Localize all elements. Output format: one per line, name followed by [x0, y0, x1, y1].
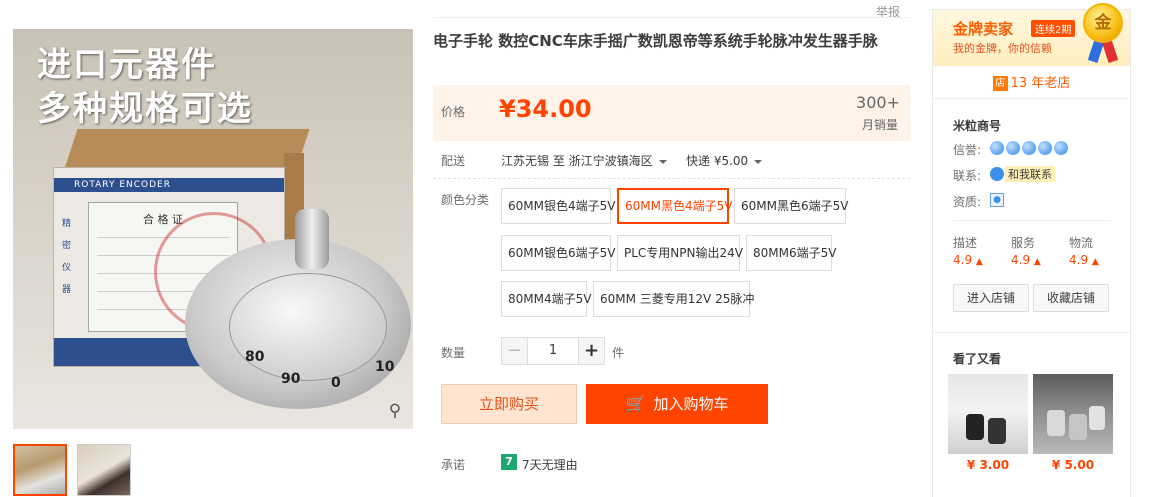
price-label: 价格	[441, 103, 465, 120]
product-title: 电子手轮 数控CNC车床手摇广数凯恩帝等系统手轮脉冲发生器手脉	[433, 31, 903, 52]
chevron-down-icon	[754, 160, 762, 164]
price-panel: 价格 ¥34.00 300+ 月销量	[433, 85, 910, 141]
shop-name[interactable]: 米粒商号	[953, 117, 1001, 134]
promo-text-line1: 进口元器件	[37, 37, 217, 86]
divider	[933, 98, 1130, 99]
credit-diamonds[interactable]	[990, 140, 1070, 155]
arrow-up-icon: ▲	[1092, 257, 1099, 267]
diamond-icon	[990, 141, 1004, 155]
promise-label: 承诺	[441, 456, 465, 473]
color-option[interactable]: 80MM4端子5V	[501, 281, 587, 317]
gold-medal-icon: 金	[1083, 3, 1123, 43]
gold-seller-header: 金牌卖家 连续2期 我的金牌，你的信赖 金	[933, 10, 1130, 66]
dial-number: 10	[375, 359, 394, 375]
handwheel-image: 80 90 0 10	[185, 239, 411, 409]
quantity-unit: 件	[612, 344, 624, 361]
divider	[433, 178, 910, 179]
add-to-cart-button[interactable]: 🛒 加入购物车	[586, 384, 768, 424]
color-option[interactable]: 60MM黑色6端子5V	[734, 188, 846, 224]
add-to-cart-label: 加入购物车	[653, 395, 728, 413]
score-value-service: 4.9 ▲	[1011, 253, 1041, 267]
recommend-title: 看了又看	[953, 350, 1001, 367]
color-option[interactable]: 80MM6端子5V	[746, 235, 832, 271]
buy-now-button[interactable]: 立即购买	[441, 384, 577, 424]
recommend-item-price[interactable]: ¥ 3.00	[948, 458, 1028, 472]
shop-age: 店13 年老店	[933, 72, 1130, 91]
shop-panel: 金牌卖家 连续2期 我的金牌，你的信赖 金 店13 年老店 米粒商号 信誉: 联…	[932, 9, 1131, 497]
arrow-up-icon: ▲	[1034, 257, 1041, 267]
box-vertical-text: 精密仪器	[62, 213, 76, 301]
favorite-shop-button[interactable]: 收藏店铺	[1033, 284, 1109, 312]
shipping-method-select[interactable]: 快递 ¥5.00	[686, 152, 762, 169]
diamond-icon	[1038, 141, 1052, 155]
chevron-down-icon	[659, 160, 667, 164]
enter-shop-button[interactable]: 进入店铺	[953, 284, 1029, 312]
quantity-stepper: − 1 +	[501, 337, 605, 365]
recommend-item-price[interactable]: ¥ 5.00	[1033, 458, 1113, 472]
recommend-item-image[interactable]	[1033, 374, 1113, 454]
shipping-destination: 江苏无锡 至 浙江宁波镇海区	[501, 154, 653, 168]
shop-age-text: 13 年老店	[1011, 76, 1071, 91]
gold-seller-title: 金牌卖家	[953, 18, 1013, 39]
license-icon[interactable]: ●	[990, 193, 1004, 207]
main-product-image[interactable]: ROTARY ENCODER 精密仪器 合 格 证 80 90 0 10	[13, 29, 413, 429]
divider	[953, 220, 1111, 221]
chat-icon[interactable]	[990, 167, 1004, 181]
seven-day-return-icon: 7	[501, 454, 517, 470]
shipping-label: 配送	[441, 152, 465, 169]
contact-label: 联系:	[953, 167, 981, 184]
quantity-label: 数量	[441, 344, 465, 361]
shipping-method: 快递 ¥5.00	[686, 154, 748, 168]
diamond-icon	[1054, 141, 1068, 155]
score-value-description: 4.9 ▲	[953, 253, 983, 267]
store-icon: 店	[993, 76, 1008, 91]
shipping-destination-select[interactable]: 江苏无锡 至 浙江宁波镇海区	[501, 152, 667, 169]
monthly-sales-label: 月销量	[862, 116, 898, 133]
gold-seller-badge: 连续2期	[1031, 20, 1075, 37]
dial-number: 90	[281, 371, 300, 387]
price-value: ¥34.00	[499, 95, 592, 123]
recommend-item-image[interactable]	[948, 374, 1028, 454]
score-label-description: 描述	[953, 234, 977, 251]
color-option[interactable]: 60MM银色4端子5V	[501, 188, 611, 224]
dial-number: 0	[331, 375, 341, 391]
diamond-icon	[1022, 141, 1036, 155]
cart-icon: 🛒	[626, 384, 646, 424]
color-option-selected[interactable]: 60MM黑色4端子5V	[617, 188, 729, 224]
promise-text[interactable]: 7天无理由	[522, 456, 578, 473]
diamond-icon	[1006, 141, 1020, 155]
quantity-decrease-button[interactable]: −	[502, 338, 528, 364]
zoom-icon[interactable]: ⚲	[385, 401, 405, 421]
color-option[interactable]: 60MM 三菱专用12V 25脉冲	[593, 281, 750, 317]
color-option[interactable]: PLC专用NPN输出24V	[617, 235, 740, 271]
qualification-label: 资质:	[953, 193, 981, 210]
color-label: 颜色分类	[441, 191, 489, 208]
promo-text-line2: 多种规格可选	[37, 81, 253, 130]
box-label: ROTARY ENCODER	[54, 178, 284, 192]
divider	[433, 17, 910, 18]
thumbnail-2[interactable]	[77, 444, 131, 496]
score-value-logistics: 4.9 ▲	[1069, 253, 1099, 267]
dial-number: 80	[245, 349, 264, 365]
score-label-logistics: 物流	[1069, 234, 1093, 251]
monthly-sales-count: 300+	[856, 93, 900, 112]
gold-seller-subtitle: 我的金牌，你的信赖	[953, 40, 1052, 56]
contact-seller-link[interactable]: 和我联系	[1005, 166, 1055, 182]
credit-label: 信誉:	[953, 141, 981, 158]
divider	[933, 332, 1130, 333]
product-page: ROTARY ENCODER 精密仪器 合 格 证 80 90 0 10	[0, 0, 1152, 497]
thumbnail-1[interactable]	[13, 444, 67, 496]
arrow-up-icon: ▲	[976, 257, 983, 267]
score-label-service: 服务	[1011, 234, 1035, 251]
color-option[interactable]: 60MM银色6端子5V	[501, 235, 611, 271]
quantity-increase-button[interactable]: +	[578, 338, 604, 364]
quantity-input[interactable]: 1	[528, 338, 578, 364]
